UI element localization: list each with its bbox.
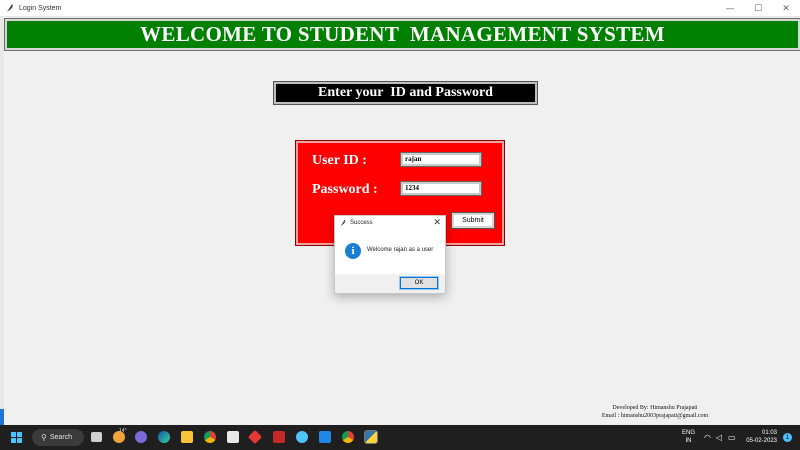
chrome-icon[interactable] — [204, 431, 216, 443]
info-icon: i — [345, 243, 361, 259]
dialog-footer: OK — [335, 274, 445, 293]
banner-text: WELCOME TO STUDENT MANAGEMENT SYSTEM — [140, 22, 665, 46]
close-button[interactable]: ✕ — [772, 0, 800, 17]
password-label: Password : — [312, 182, 378, 197]
mcafee-icon[interactable] — [273, 431, 285, 443]
windows-start-icon[interactable] — [11, 432, 22, 443]
instructions-text: Enter your ID and Password — [318, 85, 493, 100]
minimize-button[interactable]: — — [716, 0, 744, 17]
task-view-icon[interactable] — [91, 432, 102, 442]
userid-label: User ID : — [312, 153, 367, 168]
chrome-3-icon[interactable] — [342, 431, 354, 443]
window-title: Login System — [19, 4, 62, 12]
tk-feather-icon — [7, 4, 13, 12]
credits-name: Developed By: Himanshu Prajapati — [612, 405, 698, 411]
credits-email: Email : himanshu2003prajapati@gmail.com — [601, 413, 709, 419]
success-dialog: Success ✕ i Welcome rajan as a user OK — [334, 215, 446, 294]
edge-icon[interactable] — [158, 431, 170, 443]
wifi-icon[interactable]: ◠ — [704, 433, 711, 442]
language-line1: ENG — [682, 430, 696, 436]
chrome-2-icon[interactable] — [296, 431, 308, 443]
search-label: Search — [49, 434, 73, 441]
dialog-titlebar: Success ✕ — [335, 216, 445, 230]
language-indicator[interactable]: ENG IN — [682, 429, 695, 445]
userid-input[interactable]: rajan — [400, 152, 482, 167]
language-line2: IN — [685, 438, 692, 444]
dialog-body: i Welcome rajan as a user — [335, 230, 445, 274]
password-input[interactable]: 1234 — [400, 181, 482, 196]
submit-button[interactable]: Submit — [451, 212, 495, 229]
teams-chat-icon[interactable] — [135, 431, 147, 443]
taskbar: ⚲ Search 14° ENG IN ◠ ◁ ▭ 01:03 05-02-20… — [0, 425, 800, 450]
welcome-banner: WELCOME TO STUDENT MANAGEMENT SYSTEM — [4, 18, 800, 51]
search-icon: ⚲ — [41, 433, 47, 442]
dialog-title: Success — [350, 220, 373, 226]
store-icon[interactable] — [227, 431, 239, 443]
vscode-icon[interactable] — [319, 431, 331, 443]
instructions-label: Enter your ID and Password — [273, 81, 538, 105]
red-app-icon[interactable] — [247, 429, 263, 445]
battery-icon[interactable]: ▭ — [728, 433, 736, 442]
clock-time: 01:03 — [761, 430, 777, 436]
clock-date: 05-02-2023 — [746, 438, 777, 444]
notification-badge[interactable]: 1 — [783, 433, 792, 442]
dialog-close-icon[interactable]: ✕ — [433, 218, 441, 228]
tk-feather-icon — [340, 219, 346, 227]
maximize-button[interactable]: ☐ — [744, 0, 772, 17]
volume-icon[interactable]: ◁ — [716, 433, 722, 442]
developer-credits: Developed By: Himanshu Prajapati Email :… — [560, 404, 750, 420]
python-icon[interactable] — [364, 430, 378, 444]
left-accent — [0, 409, 4, 425]
window-titlebar: Login System — ☐ ✕ — [0, 0, 800, 17]
file-explorer-icon[interactable] — [181, 431, 193, 443]
weather-temp: 14° — [119, 428, 127, 434]
left-strip — [0, 17, 4, 425]
ok-button[interactable]: OK — [399, 276, 439, 290]
clock[interactable]: 01:03 05-02-2023 — [743, 429, 777, 445]
dialog-message: Welcome rajan as a user — [367, 247, 434, 253]
taskbar-search[interactable]: ⚲ Search — [32, 429, 84, 446]
